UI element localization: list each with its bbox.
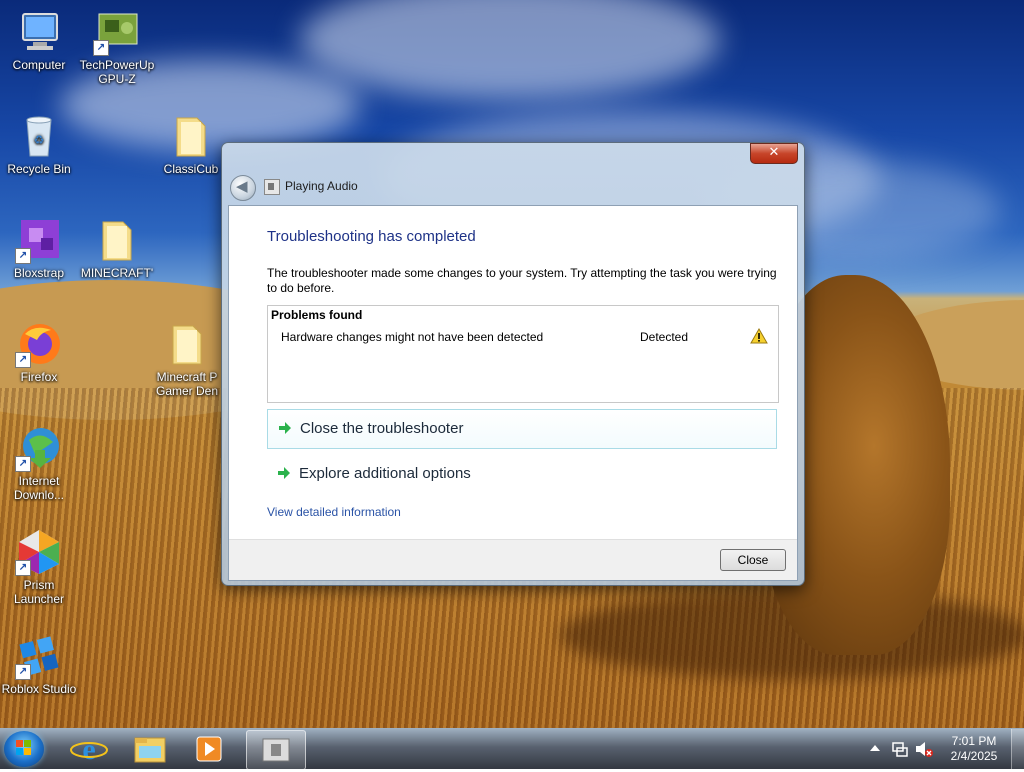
option-label: Explore additional options <box>299 465 471 482</box>
prism-launcher-icon: ↗ <box>15 528 63 576</box>
close-troubleshooter-option[interactable]: Close the troubleshooter <box>267 409 777 449</box>
problem-status: Detected <box>640 330 689 344</box>
media-player-icon <box>196 736 222 762</box>
desktop-icon-label: Computer <box>12 58 66 72</box>
start-button[interactable] <box>4 731 44 767</box>
desktop-icon-label: ClassiCub <box>163 162 219 176</box>
network-icon[interactable] <box>890 739 910 759</box>
close-button[interactable]: Close <box>720 549 786 571</box>
desktop-icon-label: Bloxstrap <box>13 266 65 280</box>
taskbar: e 7:01 PM 2/4/2025 <box>0 728 1024 770</box>
taskbar-internet-explorer[interactable]: e <box>60 730 118 768</box>
folder-icon <box>163 320 211 368</box>
bloxstrap-icon: ↗ <box>15 216 63 264</box>
desktop-icon-label: Recycle Bin <box>7 162 71 176</box>
page-heading: Troubleshooting has completed <box>267 228 476 245</box>
shortcut-arrow-icon: ↗ <box>15 664 31 680</box>
desktop-icon-label: TechPowerUp GPU-Z <box>79 58 155 86</box>
folder-icon <box>93 216 141 264</box>
svg-text:e: e <box>82 733 95 766</box>
taskbar-media-player[interactable] <box>180 730 238 768</box>
desktop-icon-firefox[interactable]: ↗ Firefox <box>0 320 78 384</box>
dialog-footer: Close <box>229 539 797 580</box>
problems-panel: Problems found Hardware changes might no… <box>267 305 779 403</box>
show-hidden-icons[interactable] <box>868 741 882 755</box>
clock-date: 2/4/2025 <box>950 749 998 763</box>
view-detailed-information-link[interactable]: View detailed information <box>267 505 401 519</box>
taskbar-troubleshooter[interactable] <box>246 730 306 770</box>
troubleshooter-window: ✕ ◀ Playing Audio Troubleshooting has co… <box>221 142 805 586</box>
svg-text:♻: ♻ <box>34 133 45 147</box>
desktop-icon-label: Roblox Studio <box>1 682 77 696</box>
clock-time: 7:01 PM <box>951 734 997 748</box>
desktop-icon-label: Minecraft P Gamer Den <box>155 370 219 398</box>
folder-icon <box>167 112 215 160</box>
shortcut-arrow-icon: ↗ <box>15 456 31 472</box>
green-arrow-icon <box>279 422 291 434</box>
page-description: The troubleshooter made some changes to … <box>267 266 777 295</box>
green-arrow-icon <box>278 467 290 479</box>
shortcut-arrow-icon: ↗ <box>15 352 31 368</box>
shortcut-arrow-icon: ↗ <box>15 560 31 576</box>
back-arrow-icon: ◀ <box>236 177 248 195</box>
back-button[interactable]: ◀ <box>230 175 256 201</box>
desktop-icon-minecraft-gamer-den[interactable]: Minecraft P Gamer Den <box>152 320 222 398</box>
desktop-icon-label: Prism Launcher <box>13 578 65 606</box>
option-label: Close the troubleshooter <box>300 420 464 437</box>
file-explorer-icon <box>134 737 166 763</box>
firefox-icon: ↗ <box>15 320 63 368</box>
window-close-button[interactable]: ✕ <box>750 143 798 164</box>
internet-explorer-icon: e <box>70 733 108 766</box>
desktop-icon-classicub[interactable]: ClassiCub <box>152 112 230 176</box>
volume-muted-icon[interactable] <box>914 739 934 759</box>
computer-icon <box>15 8 63 56</box>
show-desktop-button[interactable] <box>1011 729 1024 769</box>
internet-download-icon: ↗ <box>15 424 63 472</box>
desktop-icon-gpuz[interactable]: ↗ TechPowerUp GPU-Z <box>78 8 156 86</box>
desktop-icon-label: MINECRAFT' <box>80 266 154 280</box>
roblox-studio-icon: ↗ <box>15 632 63 680</box>
desktop-icon-recycle-bin[interactable]: ♻ Recycle Bin <box>0 112 78 176</box>
explore-options-option[interactable]: Explore additional options <box>267 455 775 493</box>
dialog-content: Troubleshooting has completed The troubl… <box>228 205 798 581</box>
problems-header: Problems found <box>271 308 363 322</box>
desktop-icon-computer[interactable]: Computer <box>0 8 78 72</box>
troubleshooter-icon <box>262 738 290 762</box>
desktop-icon-minecraft[interactable]: MINECRAFT' <box>78 216 156 280</box>
recycle-bin-icon: ♻ <box>15 112 63 160</box>
desktop-icon-bloxstrap[interactable]: ↗ Bloxstrap <box>0 216 78 280</box>
desktop-icon-internet-download[interactable]: ↗ Internet Downlo... <box>0 424 78 502</box>
windows-logo-icon <box>16 740 31 755</box>
desktop-icon-prism-launcher[interactable]: ↗ Prism Launcher <box>0 528 78 606</box>
desktop-icon-label: Internet Downlo... <box>13 474 65 502</box>
shortcut-arrow-icon: ↗ <box>93 40 109 56</box>
problem-name: Hardware changes might not have been det… <box>281 330 544 344</box>
shortcut-arrow-icon: ↗ <box>15 248 31 264</box>
desktop-icon-label: Firefox <box>20 370 58 384</box>
system-clock[interactable]: 7:01 PM 2/4/2025 <box>944 734 1004 764</box>
desktop-icon-roblox-studio[interactable]: ↗ Roblox Studio <box>0 632 78 696</box>
troubleshooter-icon <box>264 179 280 195</box>
gpuz-icon: ↗ <box>93 8 141 56</box>
warning-icon <box>750 328 768 344</box>
taskbar-file-explorer[interactable] <box>120 730 178 768</box>
window-title: Playing Audio <box>285 179 358 193</box>
